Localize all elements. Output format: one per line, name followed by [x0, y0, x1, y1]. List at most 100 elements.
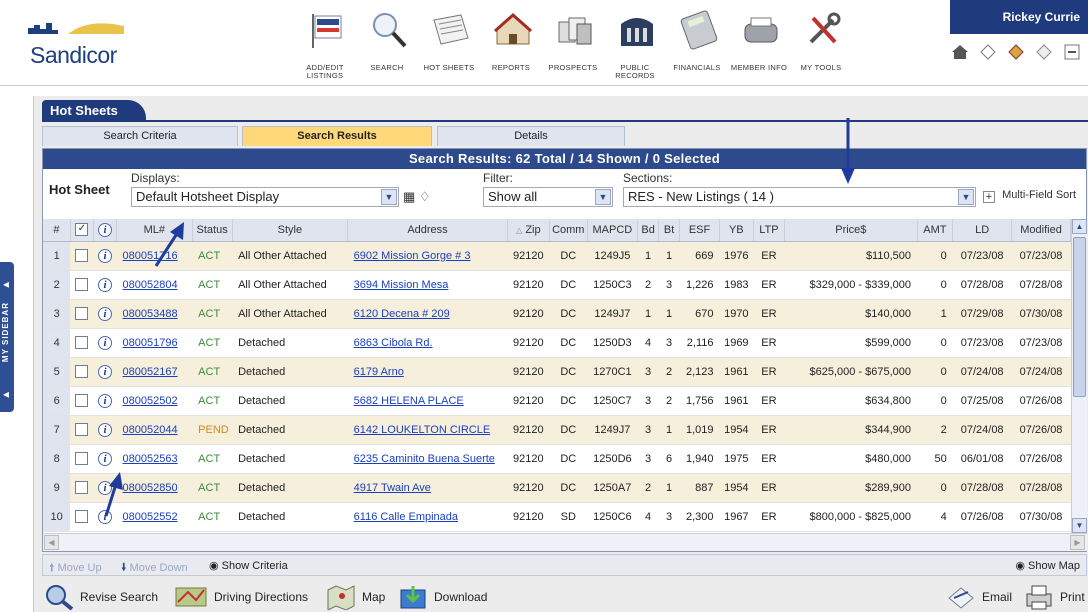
horizontal-scrollbar[interactable]: ◀ ▶ [43, 533, 1087, 551]
row-select-checkbox[interactable] [75, 307, 89, 320]
grid-view-icon[interactable]: ▦ [403, 189, 415, 204]
table-row[interactable]: 10 i 080052552 ACT Detached 6116 Calle Empina… [43, 502, 1071, 532]
ml-number-link[interactable]: 080052044 [123, 424, 178, 436]
col-mapcd[interactable]: MAPCD [587, 219, 639, 242]
nav-search[interactable]: SEARCH [356, 4, 418, 82]
info-icon[interactable]: i [97, 335, 112, 350]
col-address[interactable]: Address [347, 219, 508, 242]
row-info[interactable]: i [93, 328, 117, 358]
tab-search-criteria[interactable]: Search Criteria [42, 126, 238, 146]
table-row[interactable]: 9 i 080052850 ACT Detached 4917 Twain Ave 9212… [43, 473, 1071, 503]
table-row[interactable]: 2 i 080052804 ACT All Other Attached 3694 Mis… [43, 270, 1071, 300]
chevron-down-icon[interactable]: ▼ [595, 189, 611, 205]
nav-financials[interactable]: FINANCIALS [666, 4, 728, 82]
ml-number-link[interactable]: 080051796 [123, 337, 178, 349]
vertical-scrollbar[interactable]: ▲ ▼ [1071, 219, 1087, 533]
col-price[interactable]: Price$ [784, 219, 918, 242]
col-comm[interactable]: Comm [549, 219, 588, 242]
address-link[interactable]: 6142 LOUKELTON CIRCLE [354, 424, 491, 436]
col-bt[interactable]: Bt [658, 219, 681, 242]
row-info[interactable]: i [93, 241, 117, 271]
col-zip[interactable]: △ Zip [507, 219, 550, 242]
nav-hot-sheets[interactable]: HOT SHEETS [418, 4, 480, 82]
col-select-all[interactable]: ✓ [70, 219, 94, 242]
row-checkbox[interactable] [70, 502, 94, 532]
row-checkbox[interactable] [70, 473, 94, 503]
info-icon[interactable]: i [97, 422, 112, 437]
row-select-checkbox[interactable] [75, 249, 89, 262]
select-all-checkbox[interactable]: ✓ [75, 223, 89, 237]
info-icon[interactable]: i [97, 451, 112, 466]
address-link[interactable]: 6235 Caminito Buena Suerte [354, 453, 495, 465]
filter-select[interactable]: Show all ▼ [483, 187, 613, 207]
address-link[interactable]: 3694 Mission Mesa [354, 279, 449, 291]
ml-number-link[interactable]: 080053488 [123, 308, 178, 320]
row-select-checkbox[interactable] [75, 481, 89, 494]
row-select-checkbox[interactable] [75, 423, 89, 436]
print-button[interactable]: Print [1024, 584, 1085, 610]
move-up-button[interactable]: 🠙 Move Up [49, 559, 102, 578]
address-link[interactable]: 6863 Cibola Rd. [354, 337, 433, 349]
col-modified[interactable]: Modified [1011, 219, 1071, 242]
driving-directions-button[interactable]: Driving Directions [174, 584, 308, 610]
table-row[interactable]: 4 i 080051796 ACT Detached 6863 Cibola Rd. 921… [43, 328, 1071, 358]
scroll-down-icon[interactable]: ▼ [1072, 518, 1087, 533]
chevron-down-icon[interactable]: ▼ [381, 189, 397, 205]
ml-number-link[interactable]: 080052804 [123, 279, 178, 291]
scroll-up-icon[interactable]: ▲ [1072, 219, 1087, 234]
tab-search-results[interactable]: Search Results [242, 126, 432, 146]
revise-search-button[interactable]: Revise Search [44, 584, 158, 610]
home-icon[interactable] [950, 42, 970, 62]
tag-icon[interactable] [978, 42, 998, 62]
table-row[interactable]: 8 i 080052563 ACT Detached 6235 Caminito Buen… [43, 444, 1071, 474]
info-icon[interactable]: i [97, 277, 112, 292]
col-esf[interactable]: ESF [679, 219, 721, 242]
nav-member-info[interactable]: MEMBER INFO [728, 4, 790, 82]
scroll-thumb[interactable] [1073, 237, 1086, 397]
table-row[interactable]: 6 i 080052502 ACT Detached 5682 HELENA PLACE 9… [43, 386, 1071, 416]
multi-field-sort-button[interactable]: + Multi-Field Sort [983, 189, 1076, 203]
row-info[interactable]: i [93, 415, 117, 445]
address-link[interactable]: 5682 HELENA PLACE [354, 395, 464, 407]
row-select-checkbox[interactable] [75, 394, 89, 407]
col-ltp[interactable]: LTP [753, 219, 786, 242]
row-select-checkbox[interactable] [75, 278, 89, 291]
row-checkbox[interactable] [70, 299, 94, 329]
show-map-button[interactable]: ◉ Show Map [1015, 559, 1080, 572]
table-row[interactable]: 7 i 080052044 PEND Detached 6142 LOUKELTON CI… [43, 415, 1071, 445]
row-info[interactable]: i [93, 270, 117, 300]
col-style[interactable]: Style [232, 219, 349, 242]
tag-outline-icon[interactable] [1034, 42, 1054, 62]
table-row[interactable]: 1 i 080051716 ACT All Other Attached 6902 Mis… [43, 241, 1071, 271]
address-link[interactable]: 6179 Arno [354, 366, 404, 378]
info-icon[interactable]: i [97, 306, 112, 321]
ml-number-link[interactable]: 080052850 [123, 482, 178, 494]
move-down-button[interactable]: 🠛 Move Down [121, 559, 188, 578]
ml-number-link[interactable]: 080052502 [123, 395, 178, 407]
download-button[interactable]: Download [398, 584, 487, 610]
col-ld[interactable]: LD [952, 219, 1013, 242]
row-checkbox[interactable] [70, 386, 94, 416]
address-link[interactable]: 6120 Decena # 209 [354, 308, 450, 320]
nav-reports[interactable]: REPORTS [480, 4, 542, 82]
map-button[interactable]: Map [326, 584, 385, 610]
col-amt[interactable]: AMT [917, 219, 954, 242]
row-checkbox[interactable] [70, 241, 94, 271]
row-select-checkbox[interactable] [75, 365, 89, 378]
row-checkbox[interactable] [70, 328, 94, 358]
row-select-checkbox[interactable] [75, 510, 89, 523]
user-name[interactable]: Rickey Currie [1003, 10, 1080, 24]
row-checkbox[interactable] [70, 270, 94, 300]
row-info[interactable]: i [93, 386, 117, 416]
row-select-checkbox[interactable] [75, 336, 89, 349]
show-criteria-button[interactable]: ◉ Show Criteria [209, 559, 288, 572]
ml-number-link[interactable]: 080052167 [123, 366, 178, 378]
row-checkbox[interactable] [70, 357, 94, 387]
nav-add-edit-listings[interactable]: ADD/EDIT LISTINGS [294, 4, 356, 82]
scroll-left-icon[interactable]: ◀ [44, 535, 59, 550]
address-link[interactable]: 4917 Twain Ave [354, 482, 431, 494]
row-info[interactable]: i [93, 357, 117, 387]
info-icon[interactable]: i [97, 393, 112, 408]
sections-select[interactable]: RES - New Listings ( 14 ) ▼ [623, 187, 976, 207]
scroll-right-icon[interactable]: ▶ [1070, 535, 1085, 550]
